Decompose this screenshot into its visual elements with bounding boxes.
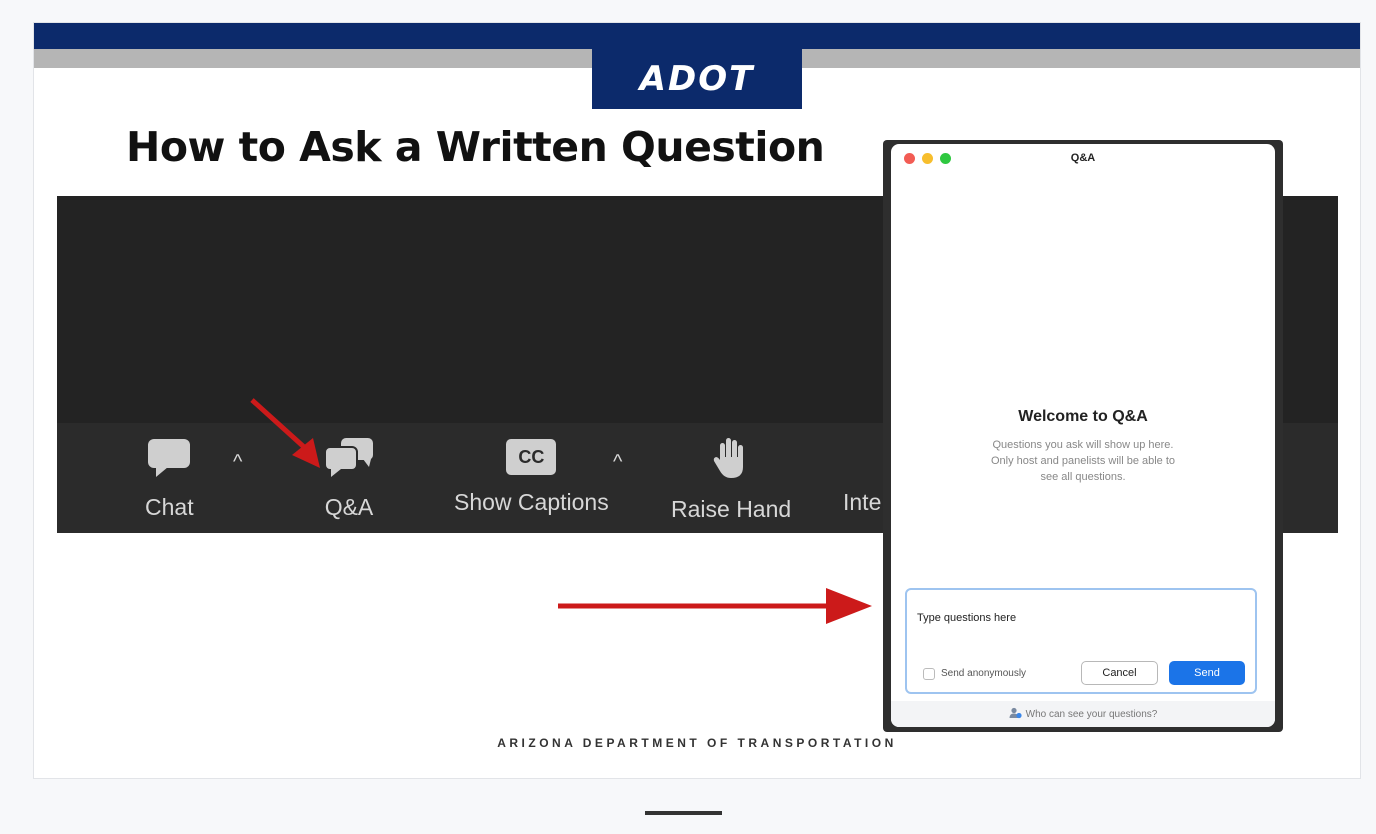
question-compose-box: Send anonymously Cancel Send: [905, 588, 1257, 694]
qa-welcome-text: Questions you ask will show up here. Onl…: [990, 439, 1176, 483]
qa-panel: Q&A Welcome to Q&A Questions you ask wil…: [891, 144, 1275, 727]
send-anonymously-checkbox[interactable]: [923, 668, 935, 680]
who-can-see-link[interactable]: Who can see your questions?: [891, 701, 1275, 727]
cancel-label: Cancel: [1102, 667, 1137, 679]
qa-window: Q&A Welcome to Q&A Questions you ask wil…: [883, 140, 1283, 732]
arrow-to-qa-icon: [250, 398, 320, 468]
cancel-button[interactable]: Cancel: [1081, 661, 1158, 685]
page-handle-bar: [645, 811, 722, 815]
arrow-to-question-input: [558, 588, 872, 624]
people-icon: [1009, 707, 1022, 722]
send-anonymously-label: Send anonymously: [941, 668, 1027, 679]
question-input[interactable]: [917, 598, 1237, 638]
send-label: Send: [1194, 667, 1220, 679]
send-button[interactable]: Send: [1169, 661, 1245, 685]
qa-window-title: Q&A: [1070, 152, 1096, 164]
qa-welcome-title: Welcome to Q&A: [1018, 408, 1148, 425]
who-can-see-label: Who can see your questions?: [1025, 708, 1158, 720]
